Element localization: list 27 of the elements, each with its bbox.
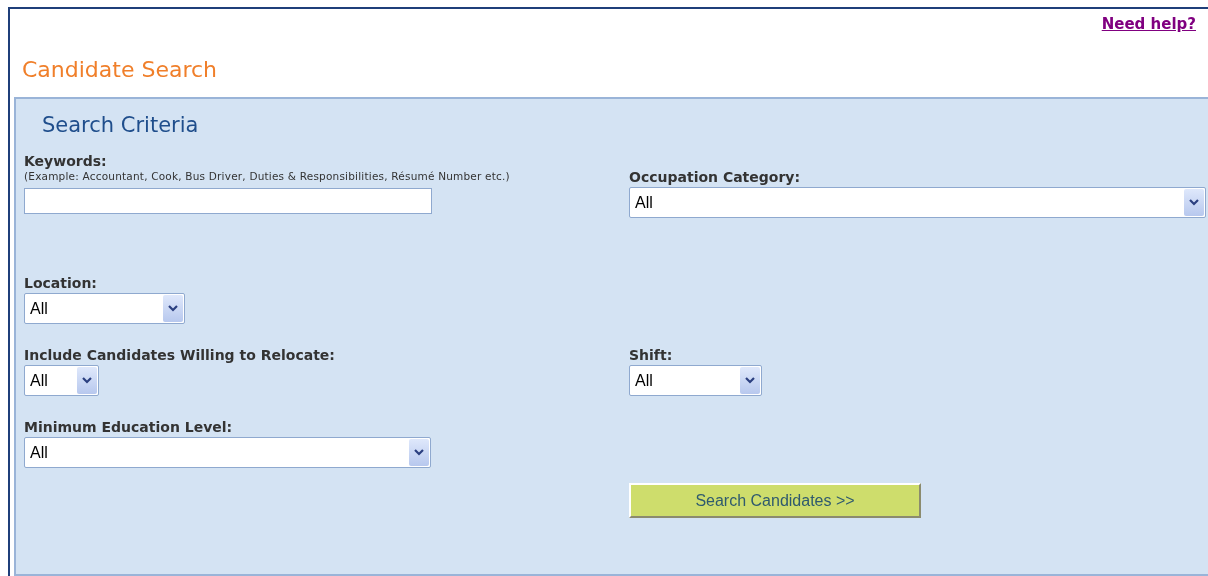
dropdown[interactable]: All [629,187,1206,218]
field-label: Shift: [629,347,673,364]
chevron-down-icon [77,367,97,394]
chevron-down-icon [163,295,183,322]
help-link[interactable]: Need help? [1101,15,1196,39]
dropdown-value: All [29,299,48,318]
chevron-down-icon [740,367,760,394]
dropdown[interactable]: All [24,365,99,396]
dropdown-value: All [29,443,48,462]
dropdown-value: All [634,193,653,212]
field-label: Include Candidates Willing to Relocate: [24,347,335,364]
field-label: Keywords: [24,153,107,170]
field-label: Location: [24,275,97,292]
field-label: Minimum Education Level: [24,419,233,436]
chevron-down-icon [409,439,429,466]
field-label: Occupation Category: [629,169,801,186]
dropdown[interactable]: All [629,365,762,396]
dropdown[interactable]: All [24,437,431,468]
keywords-input-field[interactable] [24,188,432,214]
search-candidates-button[interactable]: Search Candidates >> [629,483,921,518]
dropdown-value: All [634,371,653,390]
panel-title: Search Criteria [42,113,199,137]
dropdown-value: All [29,371,48,390]
page-title: Candidate Search [22,57,218,84]
chevron-down-icon [1184,189,1204,216]
field-hint: (Example: Accountant, Cook, Bus Driver, Duties & Responsibilities, Résumé Number etc.) [24,170,511,183]
dropdown[interactable]: All [24,293,185,324]
